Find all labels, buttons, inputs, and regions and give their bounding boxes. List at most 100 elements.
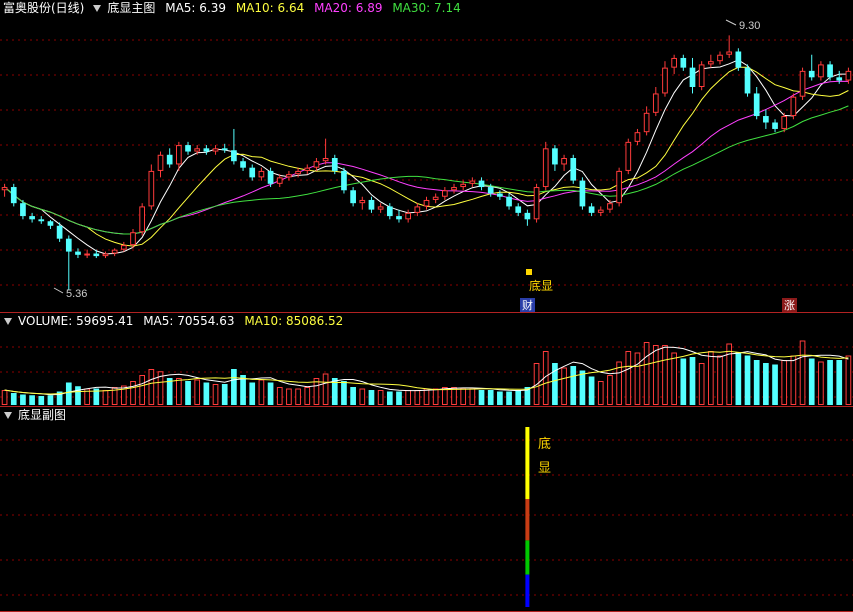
volume-bar-up xyxy=(790,355,797,405)
sub-indicator-name[interactable]: 底显副图 xyxy=(18,408,66,422)
candle-body-up xyxy=(662,67,668,94)
candle-body-up xyxy=(194,148,201,152)
candle-body-down xyxy=(93,253,100,257)
signal-label: 底显 xyxy=(529,278,553,293)
candle-body-up xyxy=(84,253,90,256)
volume-bar-down xyxy=(203,382,210,405)
volume-bar-down xyxy=(386,391,393,405)
candlestick xyxy=(368,196,375,213)
candlestick xyxy=(212,145,219,155)
volume-bar-up xyxy=(1,390,8,405)
volume-bar-down xyxy=(478,390,485,405)
volume-bar-down xyxy=(763,363,769,405)
volume-ma5-value: MA5: 70554.63 xyxy=(143,314,235,328)
candle-body-down xyxy=(249,167,256,178)
volume-bar-down xyxy=(47,395,54,405)
candle-body-up xyxy=(102,253,109,257)
volume-bar-up xyxy=(662,345,668,405)
volume-bar-down xyxy=(368,390,375,405)
candlestick xyxy=(689,57,696,94)
volume-layer xyxy=(1,340,852,405)
candlestick xyxy=(322,138,329,165)
candlestick xyxy=(836,70,843,84)
candlestick xyxy=(570,154,577,184)
candle-body-down xyxy=(221,148,228,151)
volume-chart-header: VOLUME: 59695.41 MA5: 70554.63 MA10: 850… xyxy=(0,313,349,329)
candlestick xyxy=(827,61,833,81)
volume-bar-up xyxy=(818,361,824,405)
volume-bar-down xyxy=(689,357,696,405)
candle-body-down xyxy=(240,161,246,168)
candle-body-down xyxy=(836,77,843,81)
candlestick xyxy=(341,167,347,194)
candle-body-up xyxy=(111,249,118,254)
candle-body-down xyxy=(808,70,815,78)
candle-body-up xyxy=(276,177,283,184)
volume-bar-up xyxy=(359,388,366,405)
volume-bar-down xyxy=(497,391,503,405)
candlestick xyxy=(84,249,90,259)
volume-bar-up xyxy=(671,352,677,405)
candle-body-up xyxy=(717,54,723,62)
candlestick xyxy=(680,54,687,71)
ma10-value: MA10: 6.64 xyxy=(235,1,305,15)
volume-bar-up xyxy=(286,388,292,405)
candle-body-down xyxy=(827,64,833,78)
candlestick xyxy=(350,187,356,207)
candle-body-up xyxy=(781,116,788,129)
volume-bar-up xyxy=(377,390,384,405)
candle-body-up xyxy=(698,64,705,87)
candle-body-down xyxy=(772,122,778,129)
volume-bar-up xyxy=(295,388,301,405)
volume-value[interactable]: VOLUME: 59695.41 xyxy=(18,314,133,328)
candlestick xyxy=(524,209,531,226)
ma5-value: MA5: 6.39 xyxy=(165,1,226,15)
dropdown-triangle-icon[interactable] xyxy=(93,5,102,12)
candle-body-up xyxy=(616,170,622,204)
candlestick xyxy=(542,141,549,191)
candlestick xyxy=(662,61,668,97)
sub-dropdown-triangle-icon[interactable] xyxy=(4,412,12,419)
signal-bar-segment xyxy=(525,427,530,499)
candlestick xyxy=(726,35,733,58)
volume-bar-up xyxy=(276,387,283,405)
candle-body-up xyxy=(176,145,182,165)
volume-dropdown-triangle-icon[interactable] xyxy=(4,318,12,325)
volume-bar-down xyxy=(772,364,778,405)
volume-bar-up xyxy=(304,387,311,405)
candlestick xyxy=(359,196,366,210)
candlestick xyxy=(533,183,540,223)
candle-body-down xyxy=(231,150,237,162)
volume-bar-up xyxy=(322,373,329,405)
candle-body-up xyxy=(304,167,311,171)
ma20-value: MA20: 6.89 xyxy=(314,1,383,15)
candlestick xyxy=(772,119,778,133)
main-indicator-name[interactable]: 底显主图 xyxy=(107,1,155,15)
candle-body-down xyxy=(524,212,531,220)
ma30-value: MA30: 7.14 xyxy=(392,1,461,15)
candle-body-up xyxy=(286,174,292,178)
candle-body-up xyxy=(707,61,714,65)
candlestick xyxy=(405,209,411,223)
candle-body-down xyxy=(267,170,274,184)
candle-body-down xyxy=(689,67,696,87)
candlestick-layer xyxy=(1,35,852,290)
candlestick xyxy=(240,158,246,171)
candlestick xyxy=(148,164,155,210)
candlestick xyxy=(707,54,714,68)
candle-body-down xyxy=(487,187,494,194)
candle-body-down xyxy=(185,145,191,152)
candle-body-up xyxy=(818,64,824,78)
volume-bar-down xyxy=(231,369,237,405)
candlestick xyxy=(38,216,45,224)
candle-body-up xyxy=(643,112,650,133)
candlestick xyxy=(65,235,72,290)
candle-body-down xyxy=(166,154,173,165)
volume-bar-down xyxy=(506,391,512,405)
stock-chart[interactable]: 9.30 5.36 底显 财 涨 底 显 xyxy=(0,0,853,612)
candlestick xyxy=(157,151,164,178)
candlestick xyxy=(634,128,641,146)
volume-bar-up xyxy=(176,378,182,405)
candle-body-up xyxy=(148,170,155,207)
stock-name[interactable]: 富奥股份(日线) xyxy=(3,1,84,15)
